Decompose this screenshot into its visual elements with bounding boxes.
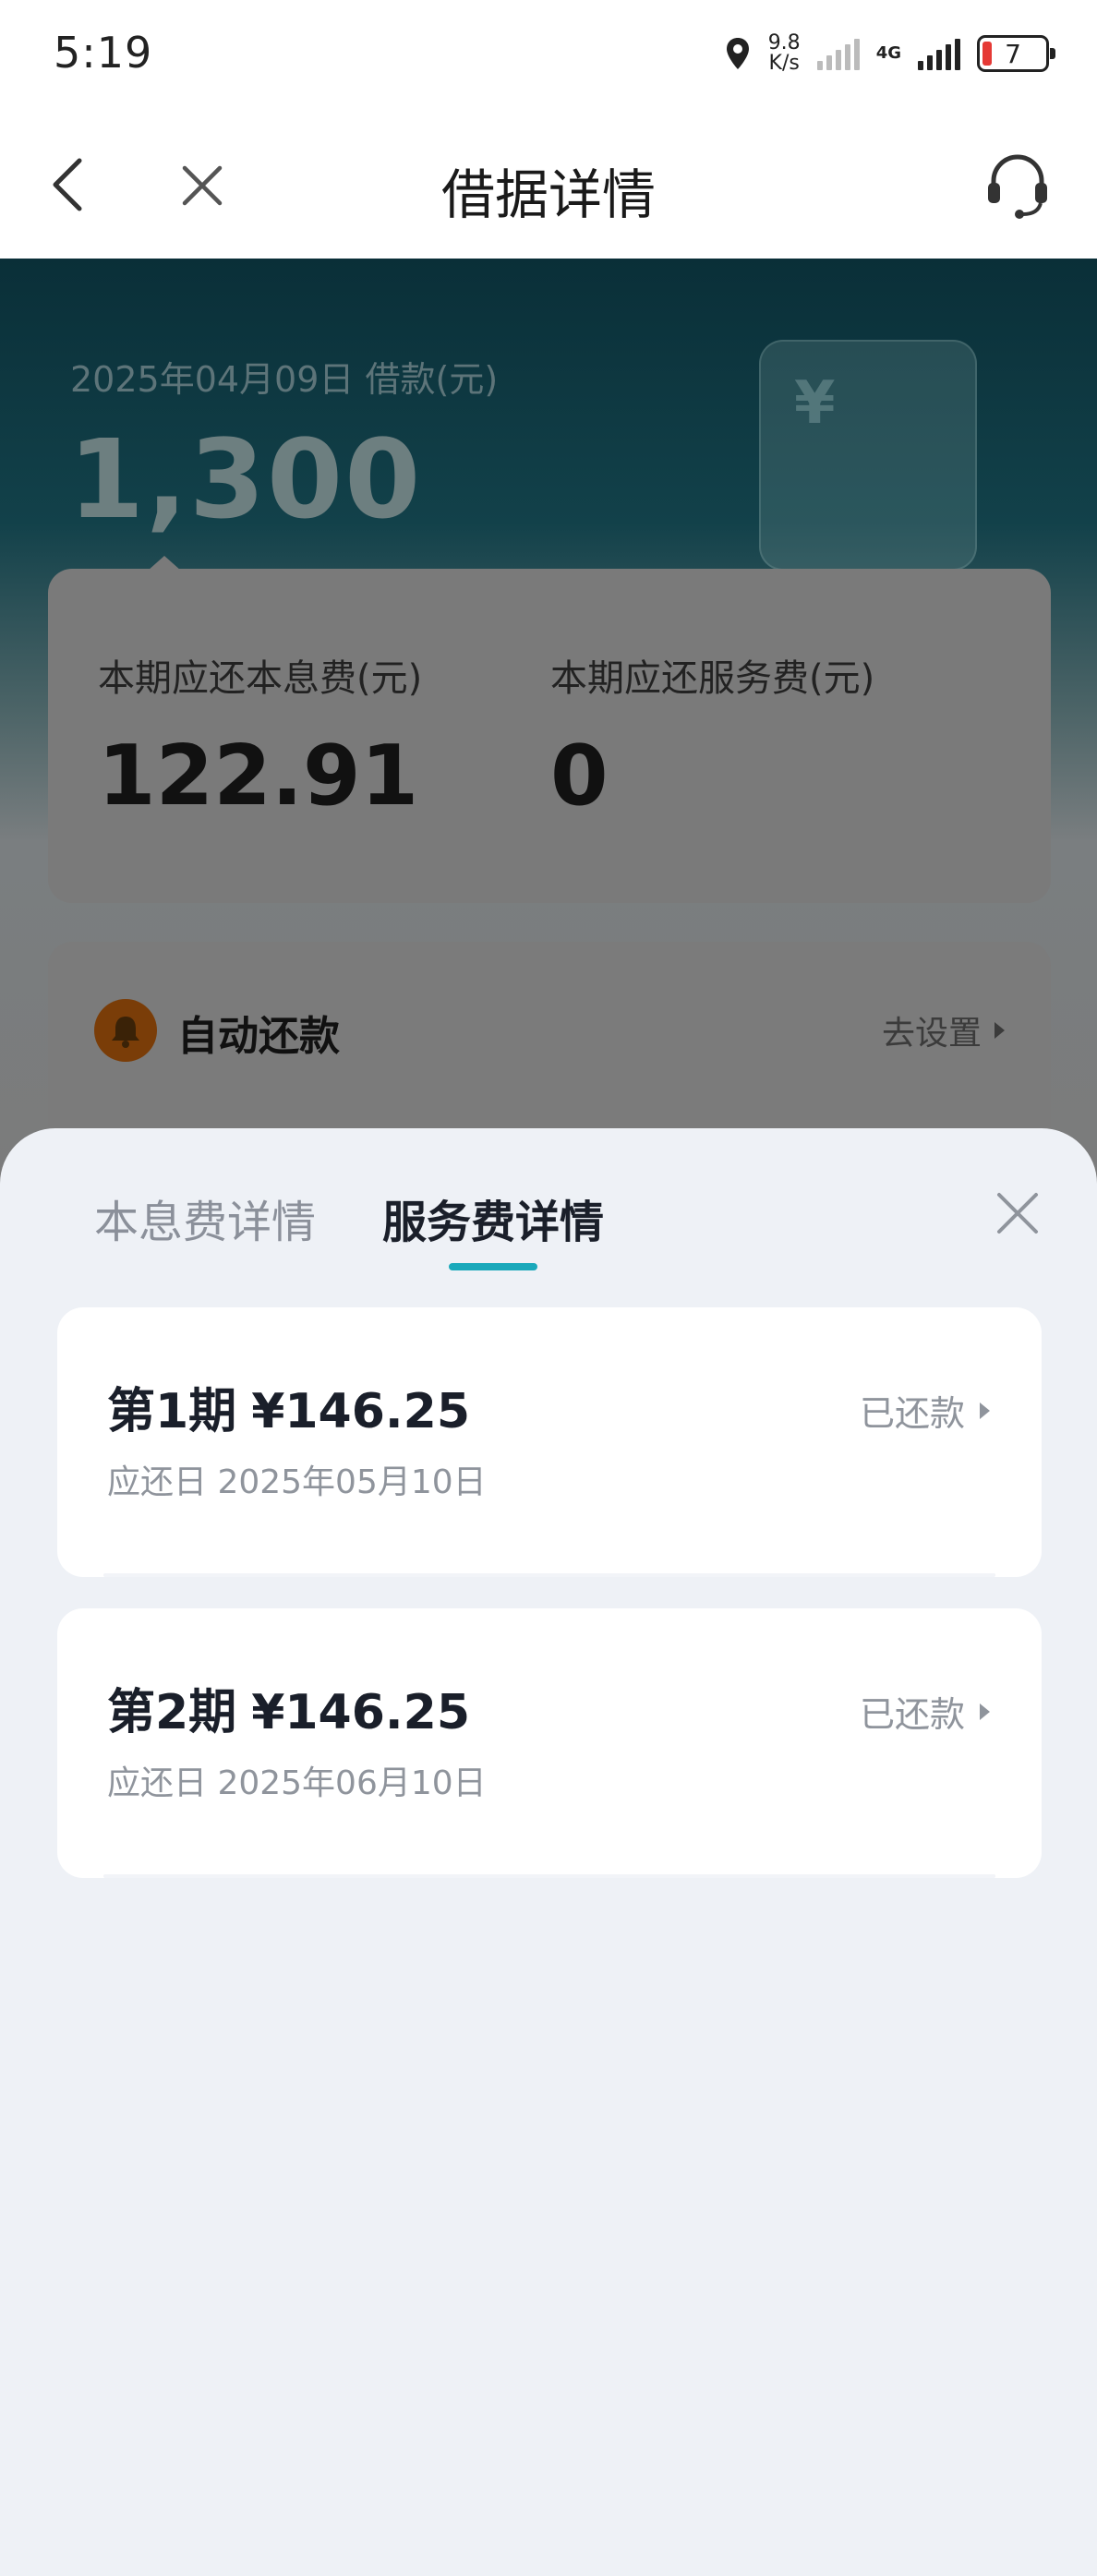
repayment-summary-card: 本期应还本息费(元) 122.91 本期应还服务费(元) 0 <box>48 569 1051 903</box>
loan-date-label: 2025年04月09日 借款(元) <box>70 359 499 400</box>
period-number: 第2期 <box>107 1685 237 1740</box>
auto-repay-label: 自动还款 <box>177 1013 340 1060</box>
period-title: 第2期 ¥146.25 <box>107 1673 470 1742</box>
period-status: 已还款 <box>859 1393 965 1434</box>
arrow-right-icon <box>995 1022 1005 1039</box>
status-icons: 9.8 K/s 4G 7 <box>724 30 1055 78</box>
principal-interest-label: 本期应还本息费(元) <box>98 657 423 700</box>
network-speed-value: 9.8 <box>767 31 801 54</box>
period-title: 第1期 ¥146.25 <box>107 1372 470 1441</box>
battery-level: 7 <box>1005 38 1021 69</box>
fee-detail-sheet: 本息费详情 服务费详情 第1期 ¥146.25 应还日 2025年05月10日 已… <box>0 1128 1097 2576</box>
network-speed-unit: K/s <box>768 52 800 75</box>
active-tab-indicator <box>449 1263 537 1270</box>
bell-icon <box>94 999 157 1062</box>
period-status-link[interactable]: 已还款 <box>860 1686 990 1737</box>
period-card[interactable]: 第1期 ¥146.25 应还日 2025年05月10日 已还款 <box>57 1307 1042 1577</box>
sheet-tabs: 本息费详情 服务费详情 <box>0 1128 1097 1276</box>
service-fee-value: 0 <box>550 728 609 825</box>
period-status-link[interactable]: 已还款 <box>860 1385 990 1436</box>
period-due-date: 应还日 2025年06月10日 <box>107 1764 487 1802</box>
auto-repay-setting-label: 去设置 <box>881 1015 982 1053</box>
service-fee-label: 本期应还服务费(元) <box>550 657 875 700</box>
tab-service-fee-detail[interactable]: 服务费详情 <box>382 1186 604 1250</box>
network-speed: 9.8 K/s <box>768 33 801 74</box>
status-time: 5:19 <box>54 28 153 78</box>
period-number: 第1期 <box>107 1384 237 1439</box>
sim2-signal-icon <box>918 37 960 70</box>
network-type: 4G <box>875 43 901 63</box>
arrow-right-icon <box>980 1703 990 1720</box>
page-title: 借据详情 <box>440 163 656 226</box>
sim1-signal-icon <box>816 37 860 70</box>
arrow-right-icon <box>980 1402 990 1419</box>
principal-interest-value: 122.91 <box>98 728 419 825</box>
principal-interest-block: 本期应还本息费(元) 122.91 <box>98 648 422 825</box>
service-fee-block: 本期应还服务费(元) 0 <box>550 648 874 825</box>
period-card[interactable]: 第2期 ¥146.25 应还日 2025年06月10日 已还款 <box>57 1608 1042 1878</box>
battery-icon: 7 <box>977 35 1055 72</box>
period-due-date: 应还日 2025年05月10日 <box>107 1463 487 1501</box>
location-icon <box>726 38 749 69</box>
period-amount: ¥146.25 <box>251 1384 471 1439</box>
auto-repay-setting-link[interactable]: 去设置 <box>882 1006 1005 1054</box>
nav-bar: 借据详情 <box>0 109 1097 259</box>
document-icon: ¥ <box>759 340 977 571</box>
loan-amount: 1,300 <box>68 415 423 543</box>
period-amount: ¥146.25 <box>251 1685 471 1740</box>
status-bar: 5:19 9.8 K/s 4G 7 <box>0 0 1097 109</box>
customer-service-headset-icon[interactable] <box>982 150 1053 220</box>
tab-interest-detail[interactable]: 本息费详情 <box>94 1186 316 1250</box>
period-status: 已还款 <box>859 1694 965 1735</box>
close-icon[interactable] <box>994 1189 1042 1237</box>
